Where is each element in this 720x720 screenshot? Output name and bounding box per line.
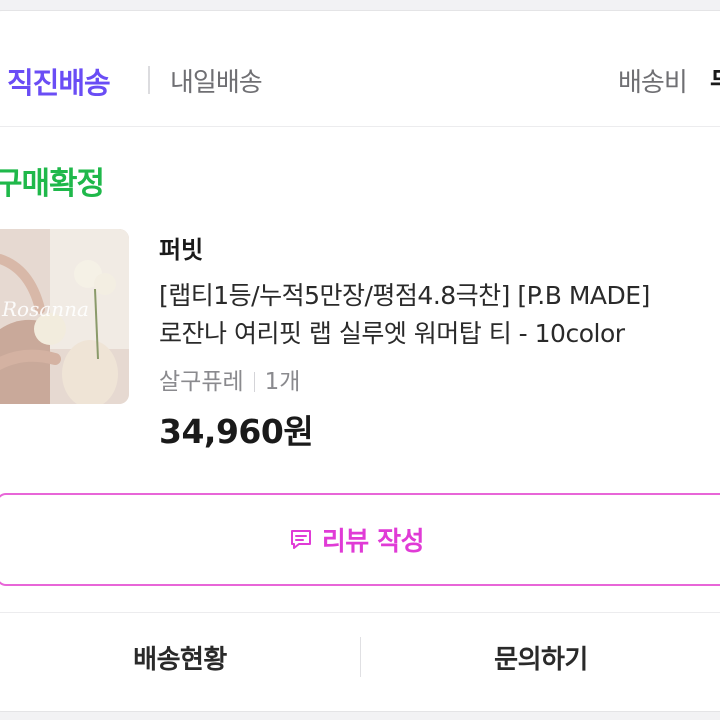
- option-name: 살구퓨레: [159, 369, 244, 395]
- seller-name[interactable]: 퍼빗: [159, 230, 203, 265]
- direct-shipping-badge: 직진배송: [7, 66, 111, 100]
- inquiry-button[interactable]: 문의하기: [362, 613, 720, 701]
- thumbnail-watermark: Rosanna: [2, 297, 89, 321]
- review-button-label: 리뷰 작성: [321, 527, 425, 557]
- product-title-line2[interactable]: 로잔나 여리핏 랩 실루엣 워머탑 티 - 10color: [159, 314, 625, 350]
- message-edit-icon: [290, 529, 311, 549]
- tomorrow-shipping-label: 내일배송: [170, 68, 263, 98]
- shipping-fee-label: 배송비: [618, 68, 688, 98]
- order-status: 구매확정: [0, 166, 105, 202]
- delivery-status-label: 배송현황: [133, 644, 227, 675]
- divider: [360, 637, 361, 677]
- product-title-line1[interactable]: [랩티1등/누적5만장/평점4.8극찬] [P.B MADE]: [159, 276, 650, 312]
- shipping-fee-value: 무: [710, 62, 720, 99]
- divider: [148, 66, 150, 94]
- option-quantity: 1개: [264, 369, 301, 395]
- product-thumbnail[interactable]: Rosanna: [0, 229, 129, 404]
- delivery-status-button[interactable]: 배송현황: [0, 613, 360, 701]
- product-price: 34,960원: [159, 412, 314, 451]
- product-option: 살구퓨레 1개: [159, 362, 300, 396]
- review-button-content: 리뷰 작성: [288, 521, 425, 558]
- bottom-action-bar: 배송현황 문의하기: [0, 612, 720, 711]
- option-divider: [253, 372, 255, 392]
- inquiry-label: 문의하기: [494, 644, 588, 675]
- shipping-info-row: 직진배송 내일배송 배송비 무: [0, 10, 720, 127]
- write-review-button[interactable]: 리뷰 작성: [0, 493, 720, 586]
